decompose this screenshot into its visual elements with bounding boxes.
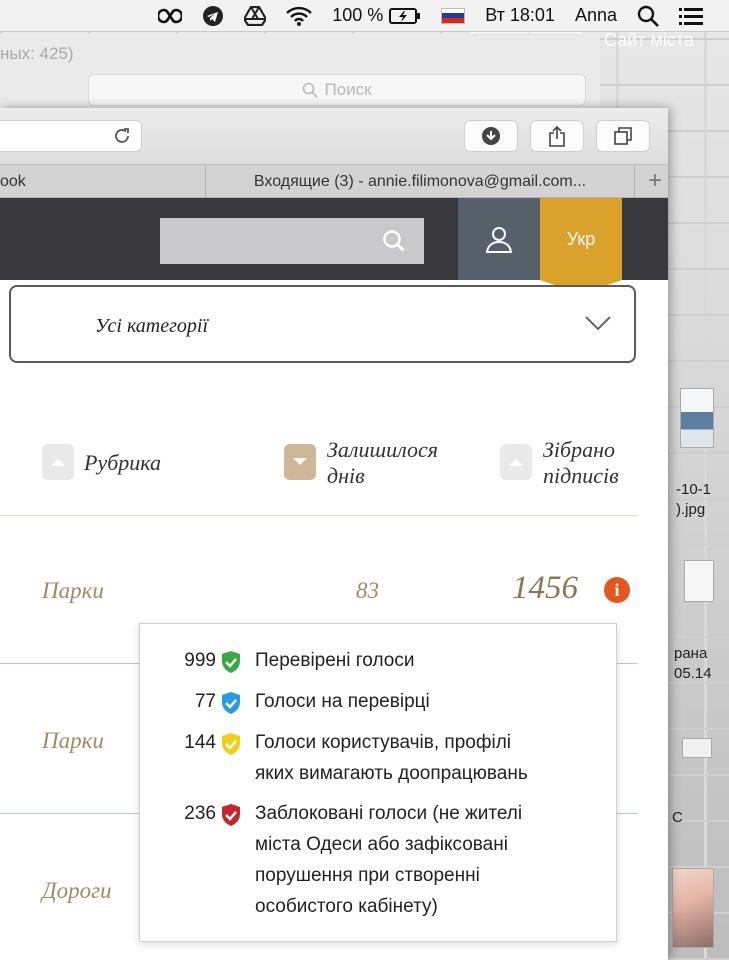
- downloads-button[interactable]: [464, 120, 518, 152]
- flag-ru-icon[interactable]: [441, 0, 466, 32]
- row-3-category[interactable]: Дороги: [42, 878, 112, 904]
- verified-count: 999: [184, 650, 216, 671]
- sort-rubric-button[interactable]: [42, 444, 74, 480]
- pending-label: Голоси на перевірці: [255, 691, 430, 712]
- show-tabs-button[interactable]: [596, 120, 650, 152]
- search-icon[interactable]: [637, 0, 659, 32]
- category-select[interactable]: Усі категорії: [9, 285, 636, 363]
- info-icon[interactable]: i: [604, 577, 630, 603]
- chevron-down-icon: [585, 316, 611, 331]
- needs-work-count: 144: [184, 732, 216, 753]
- desktop-file-1-label: -10-1 ).jpg: [676, 481, 712, 518]
- search-icon[interactable]: [382, 229, 406, 253]
- user-name[interactable]: Anna: [575, 0, 617, 32]
- sort-signatures-button[interactable]: [500, 444, 532, 480]
- background-browser-window: ных: 425) Поиск: [0, 34, 600, 114]
- row-1-signatures: 1456: [512, 570, 578, 606]
- sort-down-icon: [293, 458, 307, 465]
- user-icon: [485, 227, 513, 253]
- row-2-category[interactable]: Парки: [42, 728, 104, 754]
- column-days-left: Залишилося днів: [327, 437, 438, 488]
- new-tab-button[interactable]: +: [648, 169, 662, 193]
- tab-facebook[interactable]: ook: [0, 165, 205, 198]
- search-icon: [303, 82, 319, 98]
- category-select-value: Усі категорії: [95, 315, 209, 337]
- browser-toolbar: [0, 108, 668, 165]
- desktop-file-2[interactable]: [684, 560, 714, 602]
- pending-count: 77: [194, 691, 216, 712]
- battery-percent: 100 %: [332, 5, 384, 25]
- needs-work-label: Голоси користувачів, профілі яких вимага…: [255, 732, 528, 784]
- blocked-count: 236: [184, 803, 216, 824]
- tab-label: ook: [0, 172, 26, 190]
- shield-check-icon: [222, 804, 240, 826]
- column-signatures: Зібрано підписів: [543, 437, 619, 488]
- infinity-icon[interactable]: [158, 0, 183, 32]
- row-1-days: 83: [356, 578, 379, 603]
- tabs-icon: [614, 127, 632, 145]
- signatures-tooltip: 999 Перевірені голоси 77 Голоси на перев…: [139, 623, 617, 942]
- desktop-file-4[interactable]: [672, 868, 714, 948]
- mac-menubar: 100 % Вт 18:01 Anna: [0, 0, 729, 32]
- telegram-icon[interactable]: [202, 0, 224, 32]
- shield-check-icon: [222, 733, 240, 755]
- desktop-file-2-label: рана 05.14: [674, 645, 712, 682]
- header-divider: [0, 515, 638, 516]
- download-icon: [482, 127, 500, 145]
- battery-icon: [389, 7, 421, 24]
- search-placeholder: Поиск: [324, 80, 372, 99]
- reload-icon[interactable]: [113, 127, 131, 145]
- row-1-category[interactable]: Парки: [42, 578, 104, 604]
- site-watermark-text: Сайт міста: [604, 30, 694, 50]
- desktop-file-3[interactable]: [682, 738, 712, 758]
- battery-status[interactable]: 100 %: [332, 0, 421, 32]
- desktop-file-3-label: С: [672, 809, 683, 826]
- blocked-label: Заблоковані голоси (не жителі міста Одес…: [255, 803, 523, 917]
- verified-label: Перевірені голоси: [255, 650, 415, 671]
- safari-window: ook Входящие (3) - annie.filimonova@gmai…: [0, 108, 668, 960]
- language-button[interactable]: Укр: [540, 198, 622, 280]
- share-button[interactable]: [530, 120, 584, 152]
- back-window-title: ных: 425): [0, 44, 74, 63]
- site-search-input[interactable]: [160, 218, 424, 264]
- address-bar[interactable]: [0, 120, 142, 152]
- column-rubric: Рубрика: [84, 450, 162, 475]
- shield-check-icon: [222, 651, 240, 673]
- share-icon: [549, 125, 565, 147]
- desktop-file-1[interactable]: [680, 388, 714, 448]
- user-account-button[interactable]: [458, 198, 540, 280]
- clock[interactable]: Вт 18:01: [485, 0, 555, 32]
- shield-check-icon: [222, 692, 240, 714]
- tab-gmail-inbox[interactable]: Входящие (3) - annie.filimonova@gmail.co…: [206, 165, 634, 198]
- sort-up-icon: [51, 459, 65, 466]
- sort-up-icon: [509, 459, 523, 466]
- list-icon[interactable]: [679, 0, 703, 32]
- sort-days-button[interactable]: [284, 444, 316, 480]
- back-window-search[interactable]: Поиск: [88, 74, 586, 106]
- tab-label: Входящие (3) - annie.filimonova@gmail.co…: [253, 172, 587, 190]
- tab-bar: ook Входящие (3) - annie.filimonova@gmai…: [0, 165, 668, 198]
- wifi-icon[interactable]: [286, 0, 313, 32]
- drive-icon[interactable]: [244, 0, 267, 32]
- site-header: Укр: [0, 198, 668, 280]
